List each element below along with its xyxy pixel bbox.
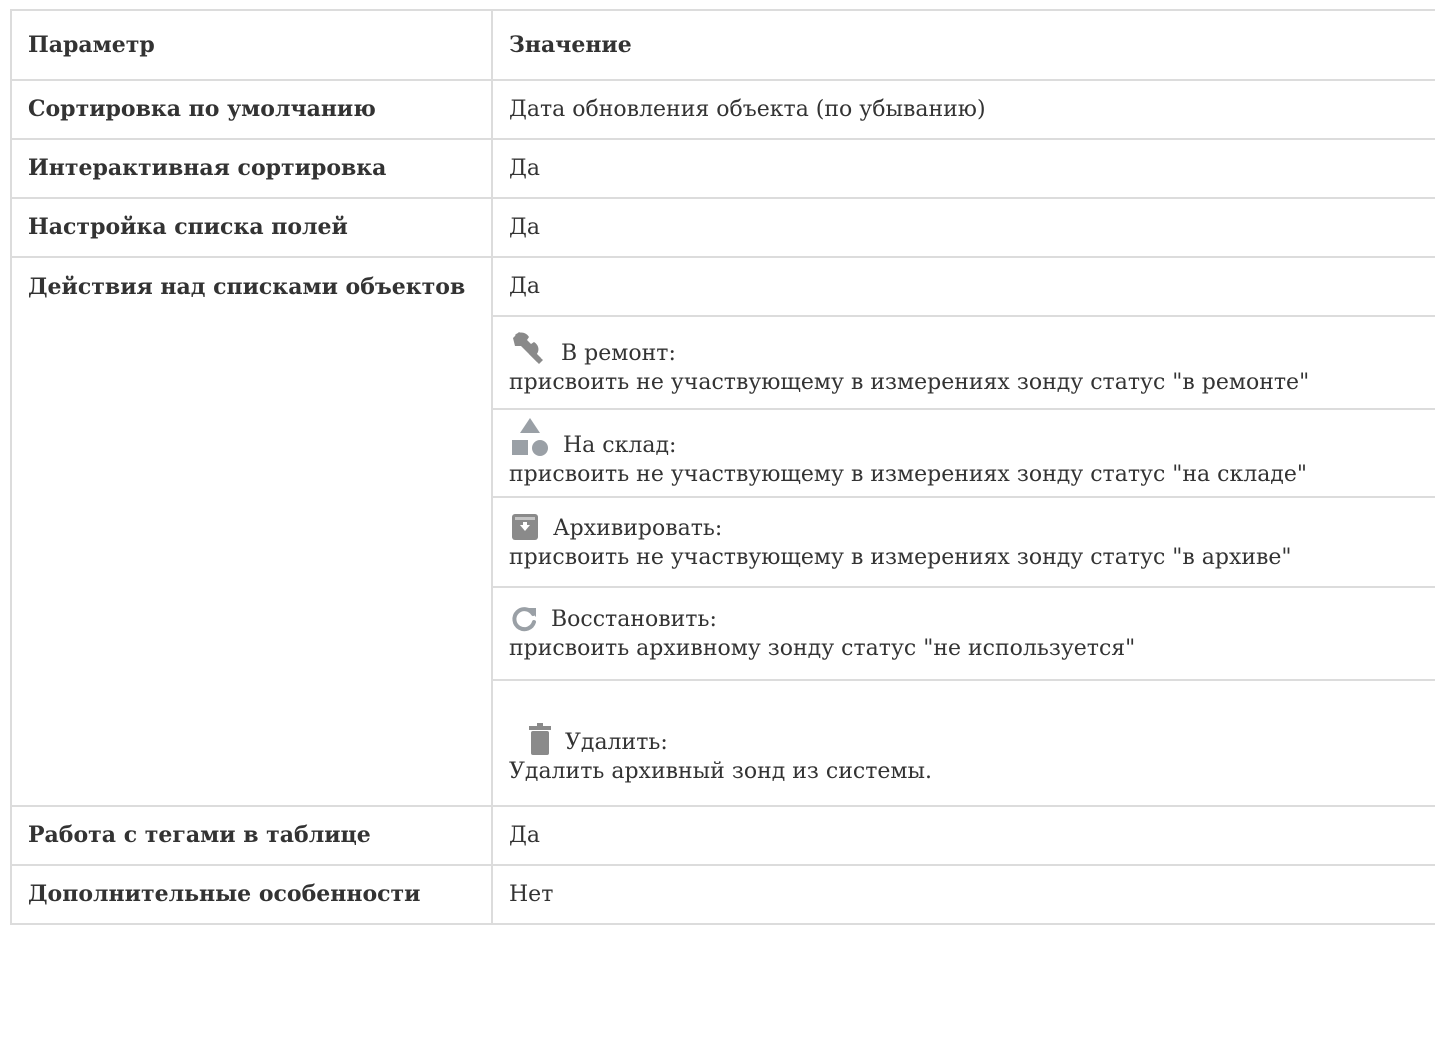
table-row: Сортировка по умолчанию Дата обновления … bbox=[10, 79, 1435, 140]
table-row: Интерактивная сортировка Да bbox=[10, 138, 1435, 199]
value-cell: Нет bbox=[491, 864, 1435, 925]
table-row: Работа с тегами в таблице Да bbox=[10, 805, 1435, 866]
trash-icon bbox=[527, 723, 553, 757]
action-desc: Удалить архивный зонд из системы. bbox=[509, 759, 933, 784]
shapes-icon bbox=[509, 416, 551, 460]
action-cell: Удалить: Удалить архивный зонд из систем… bbox=[491, 679, 1435, 807]
value-cell: Да bbox=[491, 805, 1435, 866]
action-desc: присвоить архивному зонду статус "не исп… bbox=[509, 635, 1136, 661]
action-desc: присвоить не участвующему в измерениях з… bbox=[509, 545, 1292, 570]
value-cell: Да bbox=[491, 197, 1435, 258]
action-title: На склад: bbox=[563, 433, 677, 458]
header-value: Значение bbox=[491, 9, 1435, 81]
action-title: Восстановить: bbox=[551, 606, 717, 632]
param-cell: Дополнительные особенности bbox=[10, 864, 493, 925]
table-row: Действия над списками объектов Да bbox=[10, 256, 1435, 807]
value-cell: Да bbox=[491, 138, 1435, 199]
archive-icon bbox=[509, 511, 541, 543]
parameters-table: Параметр Значение Сортировка по умолчани… bbox=[10, 9, 1435, 925]
action-title: В ремонт: bbox=[561, 340, 676, 366]
param-cell: Интерактивная сортировка bbox=[10, 138, 493, 199]
action-title: Архивировать: bbox=[553, 516, 723, 541]
action-cell: Архивировать: присвоить не участвующему … bbox=[491, 496, 1435, 588]
action-desc: присвоить не участвующему в измерениях з… bbox=[509, 369, 1310, 395]
param-cell: Действия над списками объектов bbox=[10, 256, 493, 807]
action-title: Удалить: bbox=[565, 730, 668, 755]
table-row: Дополнительные особенности Нет bbox=[10, 864, 1435, 925]
value-cell: Дата обновления объекта (по убыванию) bbox=[491, 79, 1435, 140]
table-row: Настройка списка полей Да bbox=[10, 197, 1435, 258]
table-header-row: Параметр Значение bbox=[10, 9, 1435, 81]
refresh-icon bbox=[509, 604, 539, 634]
action-cell: На склад: присвоить не участвующему в из… bbox=[491, 408, 1435, 498]
action-cell: В ремонт: присвоить не участвующему в из… bbox=[491, 315, 1435, 410]
header-param: Параметр bbox=[10, 9, 493, 81]
param-cell: Настройка списка полей bbox=[10, 197, 493, 258]
param-cell: Сортировка по умолчанию bbox=[10, 79, 493, 140]
value-cell: Да bbox=[491, 256, 1435, 317]
action-cell: Восстановить: присвоить архивному зонду … bbox=[491, 586, 1435, 681]
wrench-icon bbox=[509, 328, 549, 368]
action-desc: присвоить не участвующему в измерениях з… bbox=[509, 462, 1307, 487]
param-cell: Работа с тегами в таблице bbox=[10, 805, 493, 866]
